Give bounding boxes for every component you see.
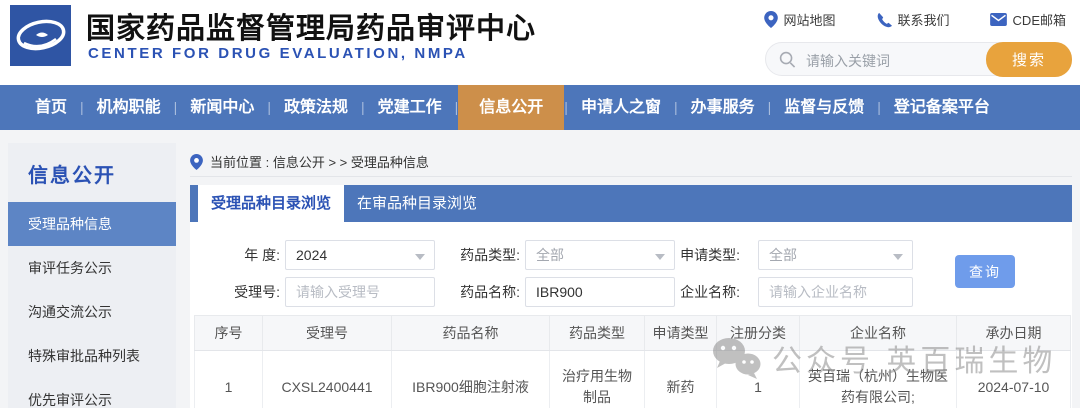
- nav-applicant[interactable]: 申请人之窗: [568, 85, 674, 130]
- acceptance-no-field[interactable]: [285, 277, 435, 307]
- sidebar: 信息公开 受理品种信息 审评任务公示 沟通交流公示 特殊审批品种列表 优先审评公…: [8, 143, 176, 408]
- cde-logo: [10, 5, 71, 66]
- apply-type-select[interactable]: 全部: [758, 240, 913, 270]
- nav-services[interactable]: 办事服务: [678, 85, 768, 130]
- cell-seq: 1: [194, 350, 263, 408]
- chevron-down-icon: [893, 254, 903, 260]
- table-row[interactable]: 1 CXSL2400441 IBR900细胞注射液 治疗用生物制品 新药 1 英…: [194, 350, 1071, 408]
- drug-type-select[interactable]: 全部: [525, 240, 675, 270]
- search-button[interactable]: 搜索: [986, 42, 1072, 77]
- col-company: 企业名称: [799, 315, 957, 351]
- apply-type-label: 申请类型:: [680, 247, 740, 263]
- cell-reg-class: 1: [716, 350, 800, 408]
- contact-link[interactable]: 联系我们: [876, 10, 950, 29]
- drug-name-label: 药品名称:: [460, 284, 520, 300]
- drug-name-input[interactable]: [536, 284, 664, 300]
- acceptance-no-input[interactable]: [296, 284, 424, 300]
- company-field[interactable]: [758, 277, 913, 307]
- site-subtitle: CENTER FOR DRUG EVALUATION, NMPA: [88, 45, 468, 62]
- col-acceptance-no: 受理号: [262, 315, 392, 351]
- drug-type-label: 药品类型:: [460, 247, 520, 263]
- cell-drug-type: 治疗用生物制品: [549, 350, 645, 408]
- site-search[interactable]: 请输入关键词 搜索: [765, 42, 1072, 77]
- table-header-row: 序号 受理号 药品名称 药品类型 申请类型 注册分类 企业名称 承办日期: [194, 315, 1071, 351]
- cell-date: 2024-07-10: [956, 350, 1071, 408]
- company-label: 企业名称:: [680, 284, 740, 300]
- nav-functions[interactable]: 机构职能: [84, 85, 174, 130]
- main-nav: 首页 | 机构职能 | 新闻中心 | 政策法规 | 党建工作 | 信息公开 | 申请人之窗 |…: [0, 85, 1080, 130]
- location-pin-icon: [190, 153, 203, 170]
- apply-type-value: 全部: [769, 247, 797, 263]
- site-title: 国家药品监督管理局药品审评中心: [86, 13, 537, 45]
- col-date: 承办日期: [956, 315, 1071, 351]
- drug-type-label-group: 药品类型:: [458, 240, 520, 270]
- nav-party[interactable]: 党建工作: [365, 85, 455, 130]
- year-label-group: 年 度:: [208, 240, 280, 270]
- tab-strip: 受理品种目录浏览 在审品种目录浏览: [190, 185, 1072, 222]
- header-quick-links: 网站地图 联系我们 CDE邮箱: [763, 10, 1066, 29]
- year-value: 2024: [296, 247, 328, 263]
- breadcrumb-text: 当前位置 : 信息公开 > > 受理品种信息: [210, 155, 429, 170]
- tab-accepted-catalog[interactable]: 受理品种目录浏览: [198, 185, 344, 222]
- company-label-group: 企业名称:: [678, 277, 740, 307]
- mailbox-link[interactable]: CDE邮箱: [989, 10, 1066, 29]
- acceptance-no-label-group: 受理号:: [208, 277, 280, 307]
- apply-type-label-group: 申请类型:: [678, 240, 740, 270]
- content-panel: 受理品种目录浏览 在审品种目录浏览 年 度: 2024 药品类型: 全部 申请类…: [190, 185, 1072, 408]
- sitemap-link[interactable]: 网站地图: [763, 10, 836, 29]
- page: 国家药品监督管理局药品审评中心 CENTER FOR DRUG EVALUATI…: [0, 0, 1080, 408]
- sidebar-item-accepted-varieties[interactable]: 受理品种信息: [8, 202, 176, 246]
- contact-label: 联系我们: [897, 13, 950, 28]
- cde-logo-swirl: [16, 19, 66, 51]
- sidebar-title: 信息公开: [28, 165, 116, 187]
- acceptance-no-label: 受理号:: [234, 284, 280, 300]
- nav-registration-platform[interactable]: 登记备案平台: [881, 85, 1003, 130]
- sidebar-item-priority-review[interactable]: 优先审评公示: [8, 378, 176, 408]
- cell-apply-type: 新药: [644, 350, 717, 408]
- cell-drug-name: IBR900细胞注射液: [391, 350, 550, 408]
- mailbox-label: CDE邮箱: [1012, 13, 1066, 28]
- tab-under-review-catalog[interactable]: 在审品种目录浏览: [344, 185, 490, 222]
- drug-name-label-group: 药品名称:: [458, 277, 520, 307]
- drug-name-field[interactable]: [525, 277, 675, 307]
- sidebar-item-review-tasks[interactable]: 审评任务公示: [8, 246, 176, 290]
- sitemap-label: 网站地图: [783, 13, 836, 28]
- year-label: 年 度:: [244, 247, 280, 263]
- year-select[interactable]: 2024: [285, 240, 435, 270]
- company-input[interactable]: [769, 284, 902, 300]
- search-placeholder[interactable]: 请输入关键词: [806, 51, 890, 71]
- sidebar-item-communication[interactable]: 沟通交流公示: [8, 290, 176, 334]
- nav-home[interactable]: 首页: [22, 85, 80, 130]
- nav-info-disclosure[interactable]: 信息公开: [458, 85, 565, 130]
- site-header: 国家药品监督管理局药品审评中心 CENTER FOR DRUG EVALUATI…: [0, 0, 1080, 85]
- map-pin-icon: [763, 11, 778, 28]
- drug-type-value: 全部: [536, 247, 564, 263]
- chevron-down-icon: [415, 254, 425, 260]
- cell-company: 英百瑞（杭州）生物医药有限公司;: [799, 350, 957, 408]
- col-reg-class: 注册分类: [716, 315, 800, 351]
- search-icon: [779, 51, 796, 68]
- col-drug-name: 药品名称: [391, 315, 550, 351]
- nav-policy[interactable]: 政策法规: [271, 85, 361, 130]
- col-drug-type: 药品类型: [549, 315, 645, 351]
- chevron-down-icon: [655, 254, 665, 260]
- results-table: 序号 受理号 药品名称 药品类型 申请类型 注册分类 企业名称 承办日期 1 C…: [194, 315, 1071, 408]
- col-apply-type: 申请类型: [644, 315, 717, 351]
- nav-supervision[interactable]: 监督与反馈: [771, 85, 877, 130]
- nav-news[interactable]: 新闻中心: [177, 85, 267, 130]
- phone-icon: [877, 12, 892, 27]
- breadcrumb: 当前位置 : 信息公开 > > 受理品种信息: [190, 147, 1072, 177]
- col-seq: 序号: [194, 315, 263, 351]
- cell-acceptance-no: CXSL2400441: [262, 350, 392, 408]
- sidebar-item-special-approval[interactable]: 特殊审批品种列表: [8, 334, 176, 378]
- query-button[interactable]: 查询: [955, 255, 1015, 288]
- mail-icon: [989, 13, 1007, 26]
